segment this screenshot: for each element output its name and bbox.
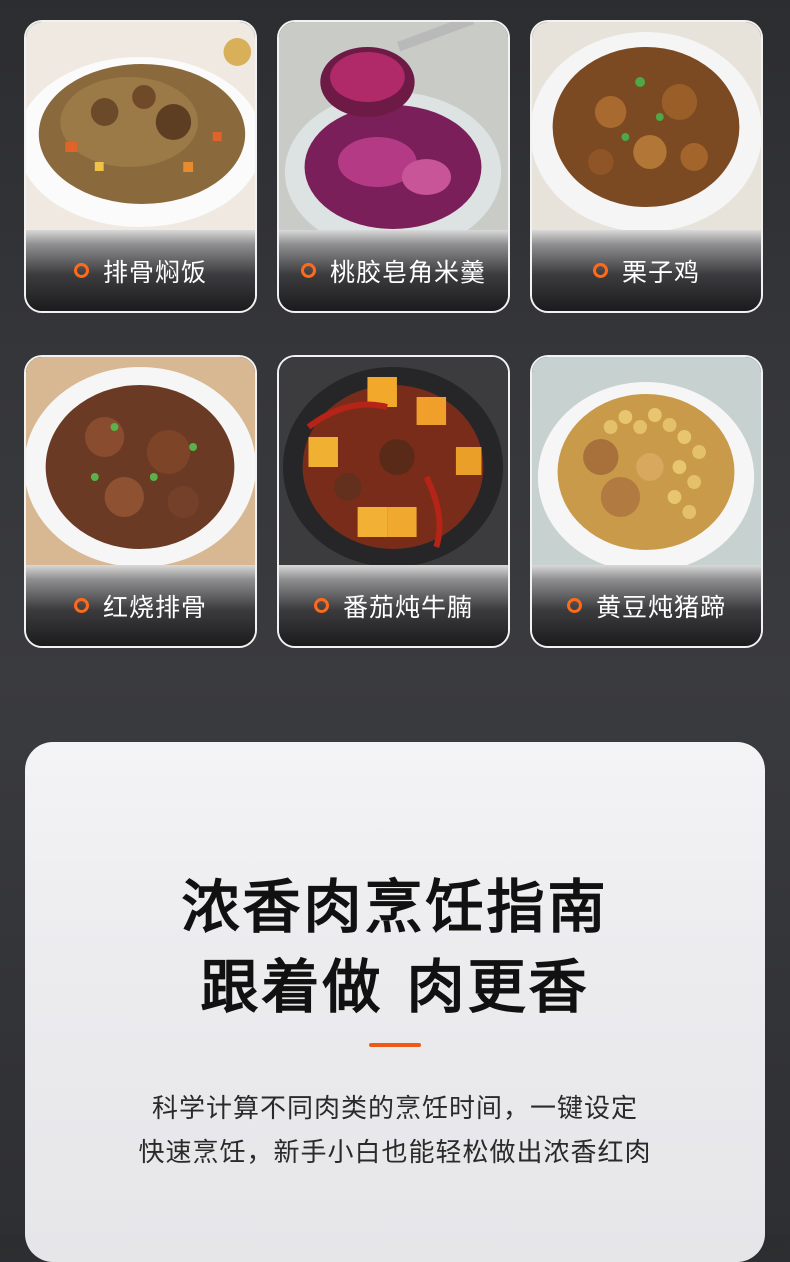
- guide-description-line1: 科学计算不同肉类的烹饪时间，一键设定: [151, 1094, 638, 1124]
- recipe-card-peach-gum-soup[interactable]: 桃胶皂角米羹: [277, 20, 510, 313]
- recipe-card-soybean-pork-trotter[interactable]: 黄豆炖猪蹄: [530, 355, 763, 648]
- dish-name: 桃胶皂角米羹: [329, 257, 486, 287]
- recipe-card-tomato-beef-brisket[interactable]: 番茄炖牛腩: [277, 355, 510, 648]
- dish-photo: [279, 357, 508, 569]
- dish-label-bar: 红烧排骨: [26, 565, 255, 646]
- bullet-icon: [592, 263, 608, 278]
- bullet-icon: [566, 598, 582, 613]
- guide-subtitle: 跟着做 肉更香: [200, 953, 590, 1021]
- dish-label-bar: 桃胶皂角米羹: [279, 230, 508, 311]
- dish-photo: [532, 22, 761, 234]
- dish-label-bar: 番茄炖牛腩: [279, 565, 508, 646]
- bullet-icon: [73, 598, 89, 613]
- dish-label-bar: 栗子鸡: [532, 230, 761, 311]
- dish-name: 排骨焖饭: [102, 257, 207, 287]
- guide-title: 浓香肉烹饪指南: [181, 873, 609, 941]
- dish-photo: [26, 22, 255, 234]
- dish-photo: [26, 357, 255, 569]
- bullet-icon: [73, 263, 89, 278]
- cooking-guide-panel: 浓香肉烹饪指南 跟着做 肉更香 科学计算不同肉类的烹饪时间，一键设定 快速烹饪，…: [25, 742, 765, 1262]
- dish-name: 红烧排骨: [102, 592, 207, 622]
- dish-name: 番茄炖牛腩: [342, 592, 473, 622]
- dish-name: 黄豆炖猪蹄: [595, 592, 726, 622]
- recipe-card-chestnut-chicken[interactable]: 栗子鸡: [530, 20, 763, 313]
- dish-photo: [279, 22, 508, 234]
- guide-description-line2: 快速烹饪，新手小白也能轻松做出浓香红肉: [138, 1138, 652, 1168]
- bullet-icon: [300, 263, 316, 278]
- recipe-card-braised-rib-rice[interactable]: 排骨焖饭: [24, 20, 257, 313]
- accent-divider: [369, 1043, 421, 1047]
- dish-name: 栗子鸡: [621, 257, 700, 287]
- dish-label-bar: 黄豆炖猪蹄: [532, 565, 761, 646]
- dish-photo: [532, 357, 761, 569]
- dish-label-bar: 排骨焖饭: [26, 230, 255, 311]
- recipe-card-braised-pork-ribs[interactable]: 红烧排骨: [24, 355, 257, 648]
- bullet-icon: [313, 598, 329, 613]
